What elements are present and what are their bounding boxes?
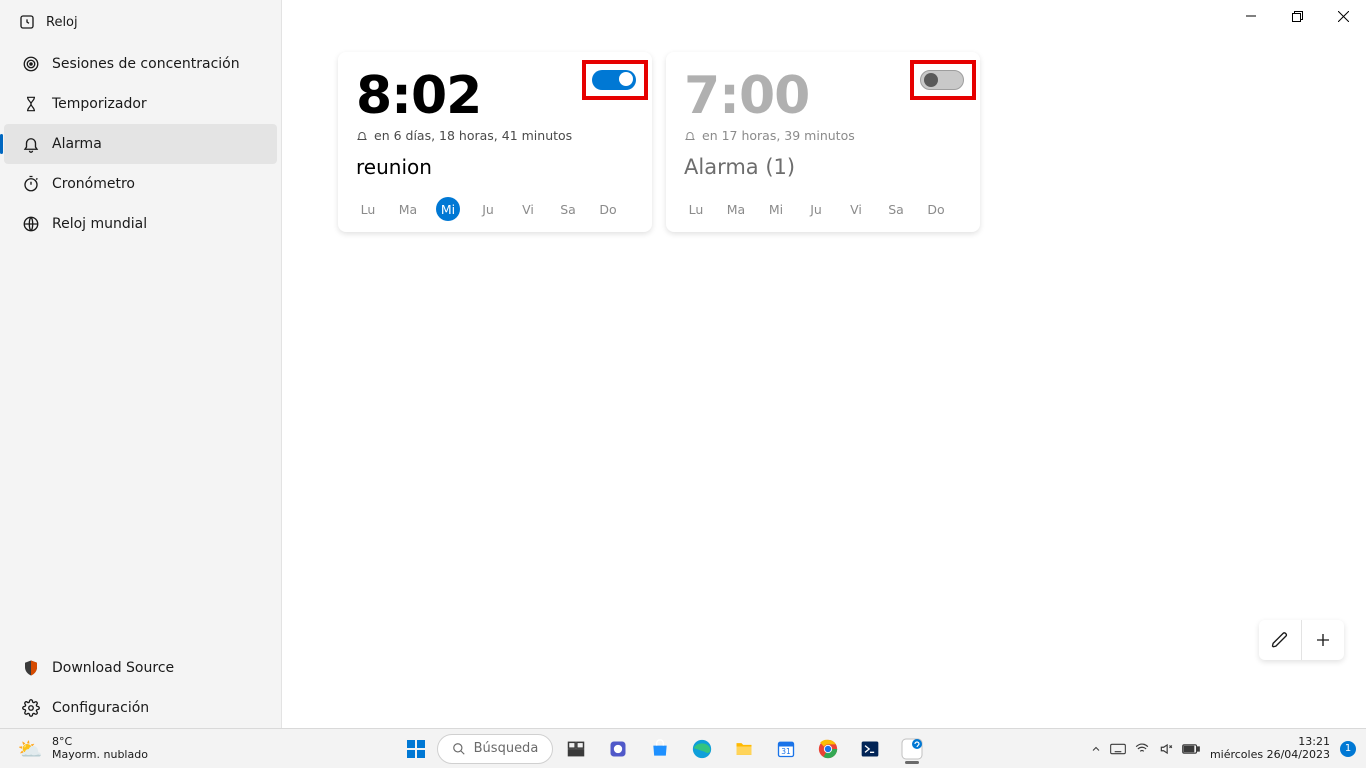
start-button[interactable] xyxy=(399,732,433,766)
bell-small-icon xyxy=(684,130,696,142)
alarm-day: Mi xyxy=(764,197,788,221)
alarm-days-row: Lu Ma Mi Ju Vi Sa Do xyxy=(356,197,634,221)
taskbar-app-calendar[interactable]: 31 xyxy=(767,732,805,766)
alarm-toggle[interactable] xyxy=(592,70,636,90)
taskbar-app-taskview[interactable] xyxy=(557,732,595,766)
alarm-day: Vi xyxy=(516,197,540,221)
gear-icon xyxy=(22,699,40,717)
sidebar-item-alarm[interactable]: Alarma xyxy=(4,124,277,164)
window-close-button[interactable] xyxy=(1320,0,1366,32)
notification-badge[interactable]: 1 xyxy=(1340,741,1356,757)
sidebar-item-download-source[interactable]: Download Source xyxy=(4,648,277,688)
alarm-eta: en 17 horas, 39 minutos xyxy=(702,128,855,143)
sidebar-nav: Sesiones de concentración Temporizador A… xyxy=(0,44,281,244)
search-placeholder: Búsqueda xyxy=(474,741,539,756)
alarm-day: Ju xyxy=(804,197,828,221)
app-title-row: Reloj xyxy=(0,4,281,40)
add-button[interactable] xyxy=(1302,620,1344,660)
sidebar-item-label: Temporizador xyxy=(52,96,147,112)
bell-icon xyxy=(22,135,40,153)
tray-keyboard-icon[interactable] xyxy=(1110,743,1126,755)
sidebar-item-label: Download Source xyxy=(52,660,174,676)
windows-logo-icon xyxy=(407,740,425,758)
shield-icon xyxy=(22,659,40,677)
alarm-day: Sa xyxy=(556,197,580,221)
taskbar-app-explorer[interactable] xyxy=(725,732,763,766)
taskbar-app-clock[interactable] xyxy=(893,732,931,766)
taskbar: ⛅ 8°C Mayorm. nublado Búsqueda 31 xyxy=(0,728,1366,768)
clock-app-icon xyxy=(18,13,36,31)
sidebar-item-label: Sesiones de concentración xyxy=(52,56,240,72)
alarm-card[interactable]: 8:02 en 6 días, 18 horas, 41 minutos reu… xyxy=(338,52,652,232)
alarm-name: reunion xyxy=(356,155,634,179)
alarm-toggle[interactable] xyxy=(920,70,964,90)
fab-toolbar xyxy=(1259,620,1344,660)
alarm-day: Do xyxy=(596,197,620,221)
taskbar-center: Búsqueda 31 xyxy=(240,732,1090,766)
globe-icon xyxy=(22,215,40,233)
alarm-eta: en 6 días, 18 horas, 41 minutos xyxy=(374,128,572,143)
weather-desc: Mayorm. nublado xyxy=(52,749,148,762)
svg-text:31: 31 xyxy=(782,747,792,756)
app-title: Reloj xyxy=(46,15,78,30)
alarm-cards: 8:02 en 6 días, 18 horas, 41 minutos reu… xyxy=(338,52,1326,232)
tray-chevron-icon[interactable] xyxy=(1090,743,1102,755)
window-controls xyxy=(1228,0,1366,32)
alarm-day: Do xyxy=(924,197,948,221)
stopwatch-icon xyxy=(22,175,40,193)
alarm-day: Lu xyxy=(684,197,708,221)
sidebar-item-label: Alarma xyxy=(52,136,102,152)
sidebar: Reloj Sesiones de concentración Temporiz… xyxy=(0,0,282,728)
taskbar-app-chat[interactable] xyxy=(599,732,637,766)
tray-battery-icon[interactable] xyxy=(1182,743,1200,755)
main-content: 8:02 en 6 días, 18 horas, 41 minutos reu… xyxy=(282,0,1366,728)
alarm-eta-row: en 17 horas, 39 minutos xyxy=(684,128,962,143)
sidebar-item-timer[interactable]: Temporizador xyxy=(4,84,277,124)
weather-text: 8°C Mayorm. nublado xyxy=(52,736,148,761)
taskbar-time: 13:21 xyxy=(1210,736,1330,749)
taskbar-search[interactable]: Búsqueda xyxy=(437,734,554,764)
alarm-days-row: Lu Ma Mi Ju Vi Sa Do xyxy=(684,197,962,221)
bell-small-icon xyxy=(356,130,368,142)
tray-volume-icon[interactable] xyxy=(1158,742,1174,756)
alarm-name: Alarma (1) xyxy=(684,155,962,179)
alarm-day: Ma xyxy=(724,197,748,221)
tray-icons[interactable] xyxy=(1090,742,1200,756)
alarm-day: Vi xyxy=(844,197,868,221)
alarm-day: Lu xyxy=(356,197,380,221)
weather-temp: 8°C xyxy=(52,736,148,749)
taskbar-clock[interactable]: 13:21 miércoles 26/04/2023 xyxy=(1210,736,1330,761)
search-icon xyxy=(452,742,466,756)
sidebar-item-world-clock[interactable]: Reloj mundial xyxy=(4,204,277,244)
alarm-card[interactable]: 7:00 en 17 horas, 39 minutos Alarma (1) … xyxy=(666,52,980,232)
taskbar-app-store[interactable] xyxy=(641,732,679,766)
alarm-day: Mi xyxy=(436,197,460,221)
toggle-highlight xyxy=(910,60,976,100)
sidebar-item-label: Configuración xyxy=(52,700,149,716)
sidebar-item-label: Cronómetro xyxy=(52,176,135,192)
tray-wifi-icon[interactable] xyxy=(1134,742,1150,756)
taskbar-weather[interactable]: ⛅ 8°C Mayorm. nublado xyxy=(0,735,240,763)
taskbar-app-powershell[interactable] xyxy=(851,732,889,766)
sidebar-item-focus-sessions[interactable]: Sesiones de concentración xyxy=(4,44,277,84)
alarm-eta-row: en 6 días, 18 horas, 41 minutos xyxy=(356,128,634,143)
taskbar-date: miércoles 26/04/2023 xyxy=(1210,749,1330,762)
sidebar-item-stopwatch[interactable]: Cronómetro xyxy=(4,164,277,204)
sidebar-item-settings[interactable]: Configuración xyxy=(4,688,277,728)
weather-icon: ⛅ xyxy=(16,735,44,763)
sidebar-item-label: Reloj mundial xyxy=(52,216,147,232)
window-minimize-button[interactable] xyxy=(1228,0,1274,32)
taskbar-app-edge[interactable] xyxy=(683,732,721,766)
toggle-highlight xyxy=(582,60,648,100)
alarm-day: Sa xyxy=(884,197,908,221)
target-icon xyxy=(22,55,40,73)
alarm-day: Ma xyxy=(396,197,420,221)
alarm-day: Ju xyxy=(476,197,500,221)
hourglass-icon xyxy=(22,95,40,113)
sidebar-bottom: Download Source Configuración xyxy=(0,648,281,728)
edit-button[interactable] xyxy=(1259,620,1301,660)
taskbar-right: 13:21 miércoles 26/04/2023 1 xyxy=(1090,736,1366,761)
taskbar-app-chrome[interactable] xyxy=(809,732,847,766)
window-maximize-button[interactable] xyxy=(1274,0,1320,32)
